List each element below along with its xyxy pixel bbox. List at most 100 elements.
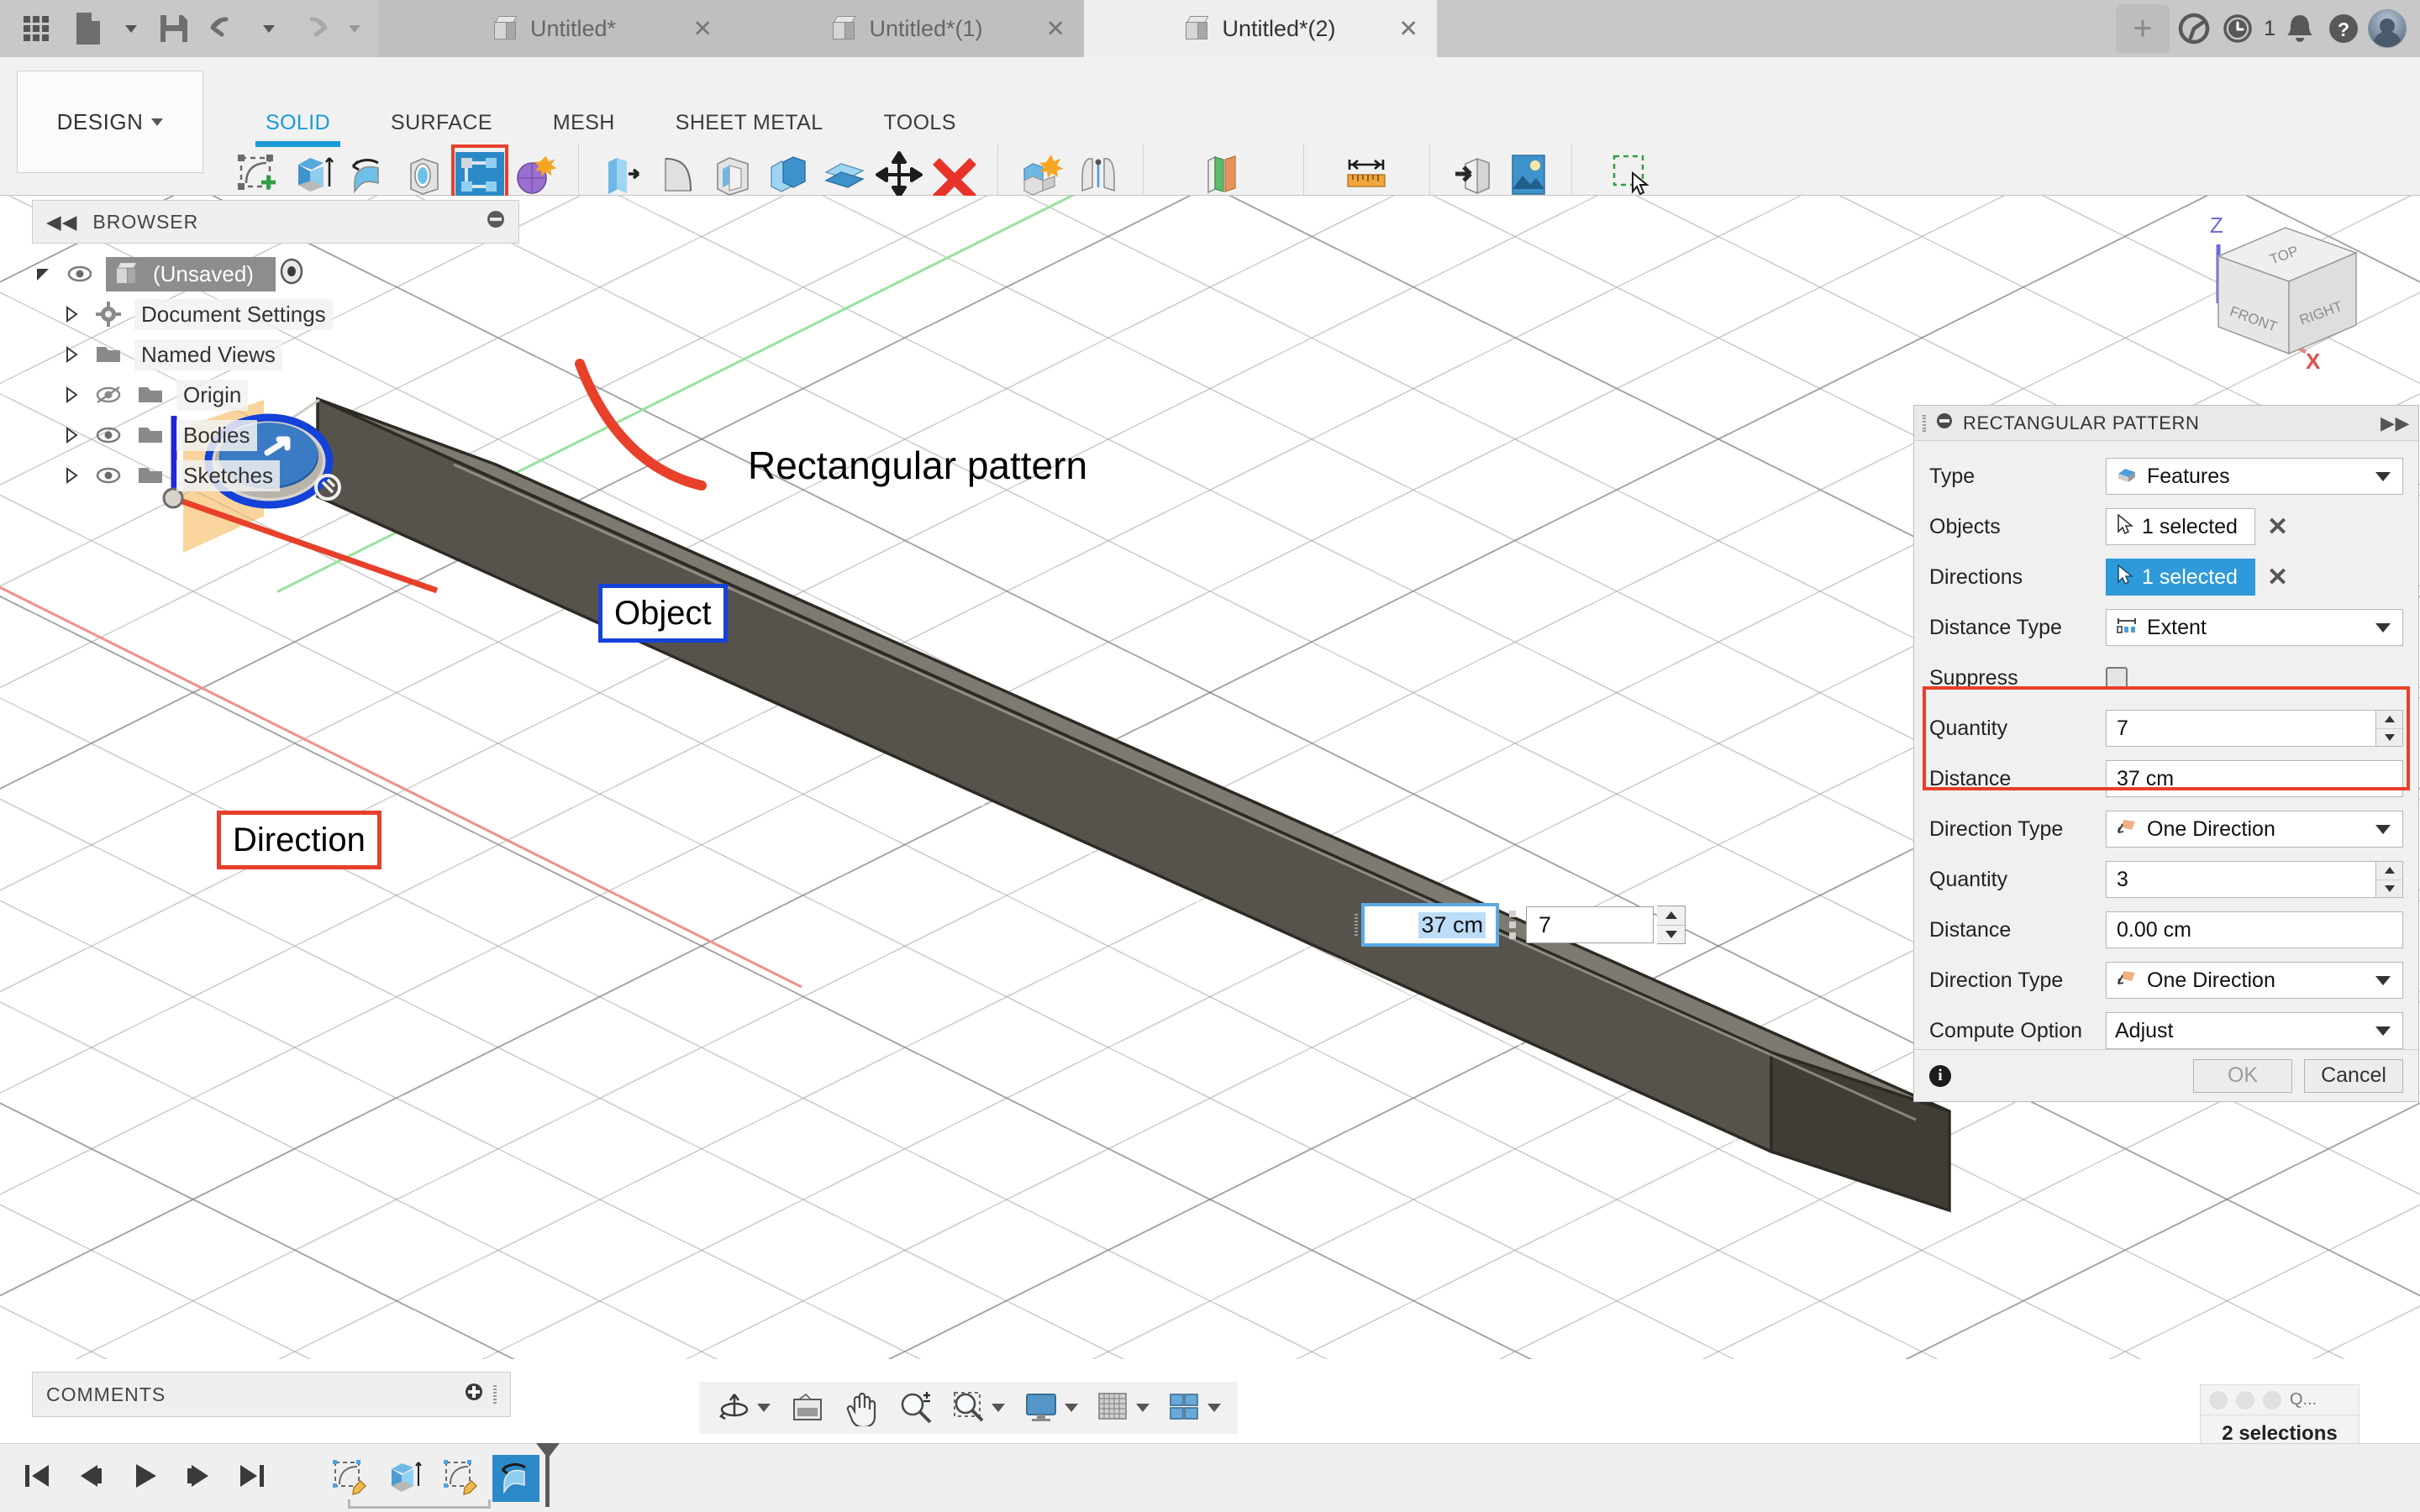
type-select[interactable]: Features (2106, 458, 2403, 495)
extrude-icon[interactable] (287, 147, 339, 202)
delete-icon[interactable] (929, 147, 981, 202)
spinner-up-icon[interactable] (2376, 862, 2402, 880)
expand-arrow-icon[interactable] (60, 386, 82, 403)
step-back-icon[interactable] (76, 1462, 106, 1494)
redo-dropdown-icon[interactable] (338, 3, 371, 55)
spinner-down-icon[interactable] (1657, 925, 1685, 943)
expand-arrow-icon[interactable] (60, 427, 82, 444)
sidebar-item-named-views[interactable]: Named Views (32, 334, 519, 375)
view-cube[interactable]: Z X TOP FRONT RIGHT (2178, 204, 2396, 397)
display-settings-icon[interactable] (1017, 1391, 1085, 1425)
pan-icon[interactable] (838, 1389, 886, 1426)
cancel-button[interactable]: Cancel (2304, 1058, 2403, 1093)
timeline-marker[interactable] (533, 1441, 561, 1512)
spinner-up-icon[interactable] (2376, 711, 2402, 729)
objects-picker[interactable]: 1 selected (2106, 508, 2255, 545)
resize-handle[interactable] (493, 1385, 497, 1404)
close-icon[interactable]: ✕ (693, 15, 713, 43)
step-forward-icon[interactable] (183, 1462, 213, 1494)
spinner-down-icon[interactable] (2376, 879, 2402, 897)
redo-icon[interactable] (286, 3, 338, 55)
quantity-1-spinner[interactable] (2376, 710, 2403, 747)
expand-arrow-icon[interactable] (60, 346, 82, 363)
job-status-icon[interactable] (2218, 9, 2257, 48)
compute-option-select[interactable]: Adjust (2106, 1012, 2403, 1049)
look-at-icon[interactable] (782, 1391, 833, 1425)
add-comment-icon[interactable] (465, 1383, 483, 1406)
sidebar-item-sketches[interactable]: Sketches (32, 455, 519, 496)
collapse-icon[interactable]: ◀◀ (46, 211, 77, 234)
new-file-icon[interactable] (62, 3, 114, 55)
move-copy-icon[interactable] (873, 147, 925, 202)
tab-solid[interactable]: SOLID (235, 111, 360, 147)
spinner-up-icon[interactable] (1657, 906, 1685, 926)
new-component-icon[interactable] (1017, 147, 1069, 202)
play-icon[interactable] (129, 1462, 160, 1494)
press-pull-icon[interactable] (596, 147, 648, 202)
document-tab-2[interactable]: Untitled*(2) ✕ (1084, 0, 1437, 57)
new-tab-icon[interactable]: + (2116, 4, 2170, 53)
chevron-down-icon[interactable] (1207, 1404, 1221, 1412)
direction-type-1-select[interactable]: One Direction (2106, 811, 2403, 848)
spinner-down-icon[interactable] (2376, 728, 2402, 746)
grip-dots-icon[interactable] (1502, 911, 1523, 939)
inline-quantity-spinner[interactable] (1657, 906, 1686, 944)
chevron-down-icon[interactable] (1136, 1404, 1150, 1412)
chevron-down-icon[interactable] (992, 1404, 1005, 1412)
root-component-chip[interactable]: (Unsaved) (106, 256, 276, 291)
expand-arrow-icon[interactable] (32, 265, 54, 282)
notifications-bell-icon[interactable] (2281, 9, 2319, 48)
viewports-icon[interactable] (1161, 1392, 1228, 1424)
tab-tools[interactable]: TOOLS (854, 111, 986, 135)
expand-arrow-icon[interactable] (60, 467, 82, 484)
info-icon[interactable]: i (1929, 1064, 1951, 1087)
inline-distance-input[interactable]: 37 cm (1361, 903, 1499, 947)
apps-grid-icon[interactable] (10, 3, 62, 55)
visibility-eye-icon[interactable] (92, 466, 124, 485)
quantity-2-spinner[interactable] (2376, 861, 2403, 898)
sidebar-item-document-settings[interactable]: Document Settings (32, 294, 519, 334)
tree-row-root[interactable]: (Unsaved) (32, 254, 519, 294)
sweep-icon[interactable] (398, 147, 450, 202)
visibility-eye-icon[interactable] (92, 426, 124, 444)
dialog-title-bar[interactable]: RECTANGULAR PATTERN ▶▶ (1914, 406, 2418, 441)
direction-type-2-select[interactable]: One Direction (2106, 962, 2403, 999)
distance-2-value[interactable]: 0.00 cm (2106, 911, 2403, 948)
chevron-down-icon[interactable] (757, 1404, 771, 1412)
document-tab-0[interactable]: Untitled* ✕ (378, 0, 731, 57)
grid-snap-icon[interactable] (1090, 1391, 1156, 1425)
workspace-switcher-button[interactable]: DESIGN (17, 71, 203, 173)
directions-picker[interactable]: 1 selected (2106, 559, 2255, 596)
shell-icon[interactable] (707, 147, 759, 202)
new-file-dropdown-icon[interactable] (114, 3, 148, 55)
timeline-feature-extrude[interactable] (381, 1455, 429, 1502)
combine-icon[interactable] (762, 147, 814, 202)
rectangular-pattern-tool[interactable] (451, 144, 508, 205)
select-tool-icon[interactable] (1605, 147, 1657, 202)
measure-icon[interactable] (1341, 147, 1393, 202)
timeline-feature-sketch-1[interactable] (326, 1455, 373, 1502)
dialog-drag-handle[interactable] (1923, 414, 1926, 432)
extensions-icon[interactable] (2175, 9, 2213, 48)
tab-surface[interactable]: SURFACE (360, 111, 523, 135)
tab-sheet-metal[interactable]: SHEET METAL (645, 111, 854, 135)
close-icon[interactable]: ✕ (1399, 15, 1418, 43)
help-icon[interactable]: ? (2324, 9, 2363, 48)
sidebar-item-bodies[interactable]: Bodies (32, 415, 519, 455)
undo-dropdown-icon[interactable] (252, 3, 286, 55)
fillet-icon[interactable] (651, 147, 703, 202)
filter-dot-icon[interactable] (2236, 1390, 2254, 1410)
quantity-2-value[interactable]: 3 (2106, 861, 2376, 898)
activate-component-radio[interactable] (277, 257, 306, 291)
go-to-start-icon[interactable] (22, 1462, 52, 1494)
orbit-icon[interactable] (709, 1389, 777, 1426)
account-avatar[interactable] (2368, 9, 2407, 48)
expand-arrow-icon[interactable] (60, 306, 82, 323)
quantity-1-value[interactable]: 7 (2106, 710, 2376, 747)
visibility-eye-icon[interactable] (64, 265, 96, 283)
suppress-checkbox[interactable] (2106, 667, 2128, 689)
chevron-down-icon[interactable] (1065, 1404, 1078, 1412)
close-icon[interactable]: ✕ (1046, 15, 1065, 43)
offset-face-icon[interactable] (818, 147, 870, 202)
minimize-icon[interactable] (487, 210, 505, 234)
